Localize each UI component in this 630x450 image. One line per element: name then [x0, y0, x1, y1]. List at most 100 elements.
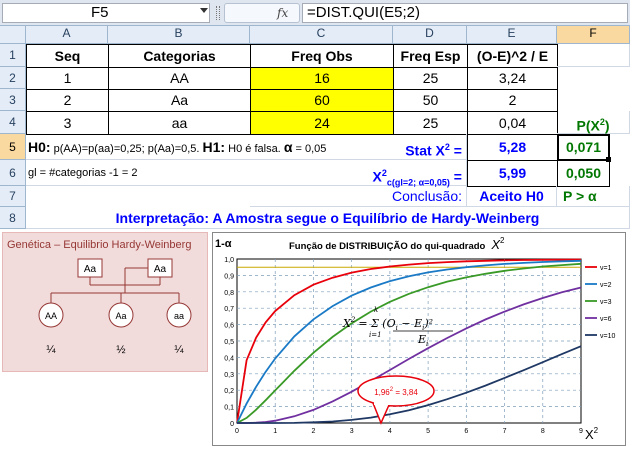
- cell-p-label[interactable]: P(X2): [557, 111, 630, 134]
- cell-chi-component[interactable]: 3,24: [467, 67, 558, 90]
- cell-seq[interactable]: 2: [26, 89, 109, 112]
- genetics-title: Genética – Equilibrio Hardy-Weinberg: [7, 239, 191, 251]
- y-tick-label: 0,6: [224, 323, 234, 330]
- column-header-c[interactable]: C: [250, 26, 393, 44]
- column-header-e[interactable]: E: [467, 26, 557, 44]
- y-tick-label: 0,8: [224, 290, 234, 297]
- h1-text: H0 é falsa.: [228, 143, 281, 155]
- critical-value-cell[interactable]: 5,99: [467, 160, 558, 187]
- y-tick-label: 1,0: [224, 257, 234, 264]
- header-seq[interactable]: Seq: [26, 44, 109, 68]
- hypotheses-cell[interactable]: H0: p(AA)=p(aa)=0,25; p(Aa)=0,5. H1: H0 …: [26, 134, 394, 160]
- row-header-1[interactable]: 1: [0, 44, 26, 67]
- alpha-symbol: α: [283, 139, 293, 155]
- row-header-6[interactable]: 6: [0, 160, 26, 186]
- x-tick-label: 4: [388, 428, 392, 435]
- cell-freq-obs[interactable]: 24: [250, 111, 394, 135]
- select-all-corner[interactable]: [0, 26, 26, 44]
- cell-category[interactable]: Aa: [108, 89, 251, 112]
- header-freq-obs[interactable]: Freq Obs: [250, 44, 394, 68]
- column-header-f[interactable]: F: [557, 26, 630, 44]
- header-categorias[interactable]: Categorias: [108, 44, 251, 68]
- stat-eq: =: [449, 142, 462, 159]
- name-box-dropdown-icon[interactable]: [200, 8, 208, 13]
- stat-label: Stat X: [405, 142, 445, 159]
- x-tick-label: 2: [311, 428, 315, 435]
- cell-freq-esp[interactable]: 25: [393, 111, 468, 135]
- conclusion-label[interactable]: Conclusão:: [250, 186, 467, 207]
- h1-label: H1:: [202, 139, 226, 155]
- chart-ylabel: 1-α: [215, 238, 232, 250]
- y-tick-label: 0: [230, 421, 234, 428]
- cell-category[interactable]: AA: [108, 67, 251, 90]
- formula-sum-top: k: [374, 306, 378, 314]
- p-value-cell-selected[interactable]: 0,071: [557, 134, 610, 161]
- cell-freq-obs[interactable]: 16: [250, 67, 394, 90]
- header-freq-esp[interactable]: Freq Esp: [393, 44, 468, 68]
- cell-chi-component[interactable]: 2: [467, 89, 558, 112]
- cell-f1[interactable]: [557, 44, 630, 67]
- critical-label-cell[interactable]: X2c(gl=2; α=0,05) =: [286, 160, 467, 187]
- cell-freq-esp[interactable]: 50: [393, 89, 468, 112]
- x-tick-label: 0: [235, 428, 239, 435]
- x-tick-label: 8: [541, 428, 545, 435]
- x-tick-label: 3: [350, 428, 354, 435]
- stat-value-cell[interactable]: 5,28: [467, 134, 558, 161]
- callout-text: 1,962 = 3,84: [374, 387, 418, 397]
- row-header-4[interactable]: 4: [0, 111, 26, 134]
- h0-text: p(AA)=p(aa)=0,25; p(Aa)=0,5.: [53, 143, 200, 155]
- callout-value: 1,96: [374, 388, 390, 397]
- h0-label: H0:: [28, 139, 51, 155]
- alpha-cell[interactable]: 0,050: [557, 160, 610, 187]
- y-tick-label: 0,3: [224, 372, 234, 379]
- callout-pointer-mask: [374, 400, 390, 405]
- crit-label: X: [372, 168, 382, 185]
- column-header-d[interactable]: D: [393, 26, 467, 44]
- row-header-3[interactable]: 3: [0, 89, 26, 111]
- row-header-2[interactable]: 2: [0, 67, 26, 89]
- callout-rest: = 3,84: [393, 388, 418, 397]
- insert-function-icon[interactable]: fx: [277, 6, 288, 20]
- x-tick-label: 1: [273, 428, 277, 435]
- p-compare[interactable]: P > α: [557, 186, 630, 207]
- formula-input[interactable]: =DIST.QUI(E5;2): [302, 3, 628, 23]
- cell-chi-component[interactable]: 0,04: [467, 111, 558, 135]
- stat-label-cell[interactable]: Stat X2 =: [393, 134, 467, 160]
- chart-title-sup: 2: [500, 236, 505, 245]
- formula-rhs: = Σ (O: [358, 317, 395, 330]
- row-header-7[interactable]: 7: [0, 186, 26, 207]
- crit-eq: =: [449, 168, 462, 185]
- formula-den: E: [417, 333, 426, 346]
- formula-minus: − E: [398, 317, 422, 330]
- row-header-5[interactable]: 5: [0, 134, 26, 160]
- y-tick-label: 0,4: [224, 355, 234, 362]
- column-header-b[interactable]: B: [108, 26, 250, 44]
- cell-freq-obs[interactable]: 60: [250, 89, 394, 112]
- header-chi-component[interactable]: (O-E)^2 / E: [467, 44, 558, 68]
- gl-cell[interactable]: gl = #categorias -1 = 2: [26, 160, 286, 186]
- cell-seq[interactable]: 3: [26, 111, 109, 135]
- splitter-grip-icon[interactable]: [216, 6, 220, 20]
- genetics-panel[interactable]: Genética – Equilibrio Hardy-Weinberg Aa …: [2, 232, 208, 372]
- chi-square-chart[interactable]: 1-α Função de DISTRIBUIÇÃO do qui-quadra…: [212, 232, 626, 446]
- cell-category[interactable]: aa: [108, 111, 251, 135]
- fraction-3: ¼: [174, 344, 184, 356]
- column-header-a[interactable]: A: [26, 26, 108, 44]
- name-box-value: F5: [91, 4, 109, 21]
- row-header-8[interactable]: 8: [0, 207, 26, 229]
- conclusion-value[interactable]: Aceito H0: [467, 186, 557, 207]
- fraction-2: ½: [116, 344, 125, 356]
- legend-label: ν=1: [600, 265, 612, 272]
- legend-label: ν=2: [600, 282, 612, 289]
- fraction-1: ¼: [46, 344, 56, 356]
- x-tick-label: 5: [426, 428, 430, 435]
- interpretation-text[interactable]: Interpretação: A Amostra segue o Equilíb…: [26, 207, 630, 229]
- name-box[interactable]: F5: [2, 3, 210, 23]
- cell-freq-esp[interactable]: 25: [393, 67, 468, 90]
- insert-function-area: fx: [224, 3, 300, 23]
- chart-legend: ν=1 ν=2 ν=3 ν=6 ν=10: [585, 265, 615, 340]
- y-tick-label: 0,9: [224, 273, 234, 280]
- cell-seq[interactable]: 1: [26, 67, 109, 90]
- y-tick-label: 0,2: [224, 388, 234, 395]
- chart-svg: 1-α Função de DISTRIBUIÇÃO do qui-quadra…: [215, 236, 615, 442]
